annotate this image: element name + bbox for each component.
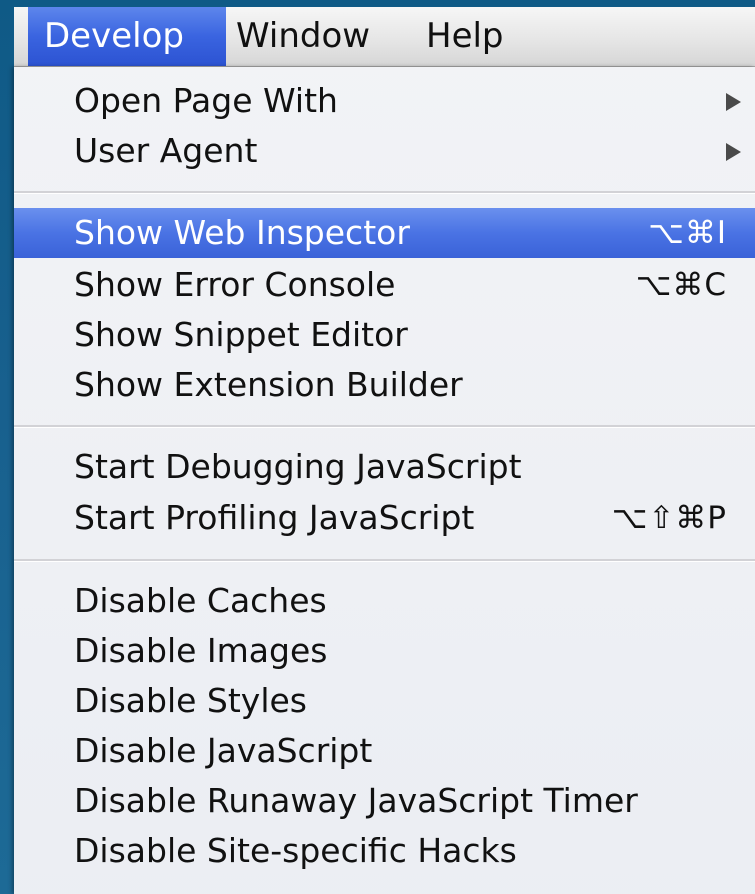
menubar-help[interactable]: Help	[426, 7, 546, 66]
menu-item-show-snippet-editor[interactable]: Show Snippet Editor	[14, 310, 755, 360]
menu-item-disable-styles[interactable]: Disable Styles	[14, 676, 755, 726]
menu-separator	[14, 191, 755, 194]
menu-item-disable-javascript[interactable]: Disable JavaScript	[14, 726, 755, 776]
menu-item-label: Disable Images	[74, 631, 328, 670]
menu-separator	[14, 425, 755, 428]
menubar-window[interactable]: Window	[236, 7, 406, 66]
menu-item-disable-site-specific-hacks[interactable]: Disable Site-specific Hacks	[14, 826, 755, 876]
develop-menu: Open Page With User Agent Show Web Inspe…	[14, 67, 755, 894]
menu-item-start-debugging-javascript[interactable]: Start Debugging JavaScript	[14, 442, 755, 492]
menu-item-disable-runaway-javascript-timer[interactable]: Disable Runaway JavaScript Timer	[14, 776, 755, 826]
menu-item-label: User Agent	[74, 131, 258, 170]
menu-item-shortcut: ⌥⌘I	[648, 215, 727, 251]
menu-item-label: Disable JavaScript	[74, 731, 373, 770]
menu-item-user-agent[interactable]: User Agent	[14, 126, 755, 176]
submenu-arrow-icon	[726, 93, 741, 111]
menu-item-label: Disable Site-specific Hacks	[74, 831, 517, 870]
submenu-arrow-icon	[726, 143, 741, 161]
menu-item-label: Open Page With	[74, 81, 338, 120]
menu-item-start-profiling-javascript[interactable]: Start Profiling JavaScript ⌥⇧⌘P	[14, 493, 755, 543]
menu-bar: Develop Window Help	[14, 7, 755, 67]
menu-separator	[14, 559, 755, 562]
menu-item-show-error-console[interactable]: Show Error Console ⌥⌘C	[14, 260, 755, 310]
menu-item-open-page-with[interactable]: Open Page With	[14, 76, 755, 126]
menu-item-label: Start Profiling JavaScript	[74, 498, 475, 537]
menu-item-shortcut: ⌥⌘C	[635, 267, 727, 303]
menu-item-label: Disable Styles	[74, 681, 307, 720]
menu-item-disable-images[interactable]: Disable Images	[14, 626, 755, 676]
menu-item-label: Disable Caches	[74, 581, 327, 620]
menu-item-label: Show Error Console	[74, 265, 396, 304]
menu-item-label: Show Snippet Editor	[74, 315, 408, 354]
menu-item-disable-caches[interactable]: Disable Caches	[14, 576, 755, 626]
menu-item-label: Show Extension Builder	[74, 365, 463, 404]
menu-item-label: Show Web Inspector	[74, 213, 410, 252]
menu-item-show-extension-builder[interactable]: Show Extension Builder	[14, 360, 755, 410]
menu-item-label: Start Debugging JavaScript	[74, 447, 522, 486]
menu-item-show-web-inspector[interactable]: Show Web Inspector ⌥⌘I	[14, 208, 755, 258]
menu-item-label: Disable Runaway JavaScript Timer	[74, 781, 638, 820]
menu-item-shortcut: ⌥⇧⌘P	[611, 500, 727, 536]
menubar-develop[interactable]: Develop	[28, 7, 226, 66]
